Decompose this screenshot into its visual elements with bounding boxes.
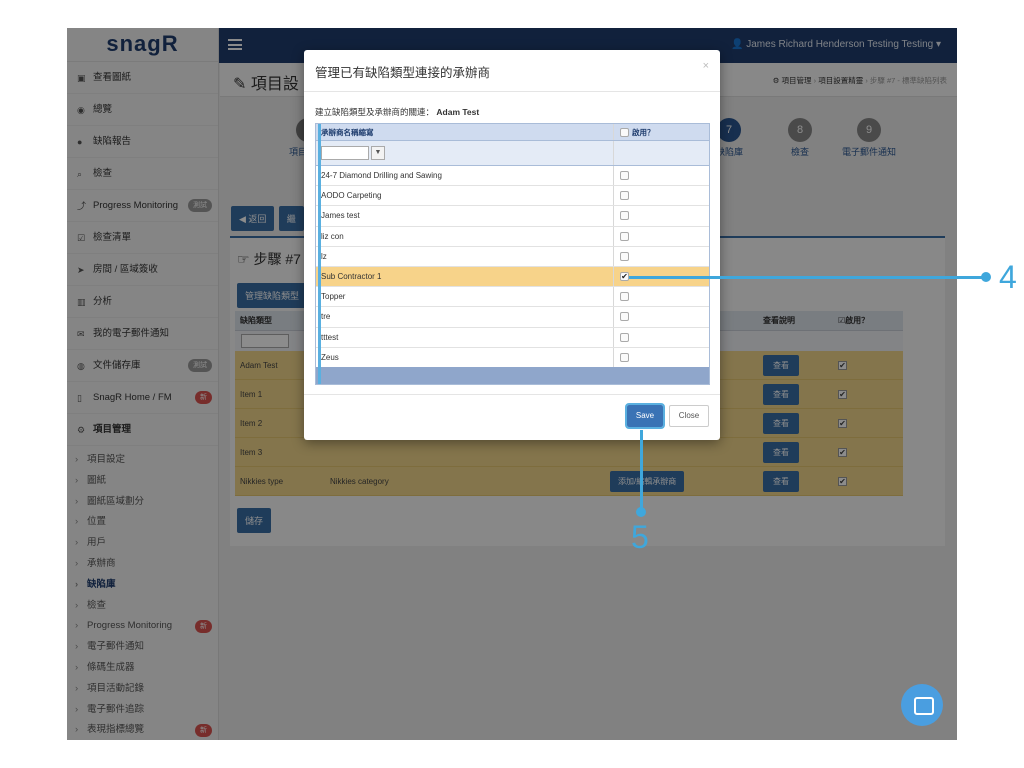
contractor-name: tttest [321,332,339,342]
enabled-checkbox[interactable] [620,171,629,180]
enabled-checkbox[interactable] [620,251,629,261]
contractor-row[interactable]: tre [316,307,709,328]
defect-type-name: Adam Test [436,107,480,117]
filter-icon[interactable]: ▼ [371,146,385,160]
callout-4-line [629,276,986,279]
contractor-name: tre [321,312,331,322]
contractor-name: Sub Contractor 1 [321,271,382,281]
callout-5-dot [636,507,646,517]
callout-5-number: 5 [631,519,649,555]
modal-subtitle: 建立缺陷類型及承辦商的關連： Adam Test [315,107,480,117]
contractor-filter-input[interactable] [321,146,369,160]
contractor-name: 24-7 Diamond Drilling and Sawing [321,171,442,180]
contractor-name: Zeus [321,352,339,362]
modal-footer: Save Close [304,394,720,440]
contractor-row[interactable]: Topper [316,287,709,308]
enabled-checkbox[interactable]: ✔ [620,271,629,281]
enabled-checkbox[interactable] [620,312,629,322]
contractor-name: AODO Carpeting [321,191,382,201]
contractor-grid: 承辦商名稱縮寫 啟用？ ▼ 24-7 Diamond Drilling and … [315,123,710,385]
grid-footer [316,367,709,384]
contractor-modal: 管理已有缺陷類型連接的承辦商 × 建立缺陷類型及承辦商的關連： Adam Tes… [304,50,720,440]
contractor-row[interactable]: liz con [316,226,709,247]
grid-filter-row: ▼ [316,141,709,166]
contractor-name: Topper [321,292,346,302]
callout-4-number: 4 [999,259,1017,295]
grid-header: 承辦商名稱縮寫 啟用？ [316,124,709,141]
contractor-name: lz [321,251,327,261]
enabled-checkbox[interactable] [620,332,629,342]
modal-save-button[interactable]: Save [625,403,665,429]
highlight-marker [318,124,321,384]
enabled-checkbox[interactable] [620,231,629,241]
close-icon[interactable]: × [703,60,709,72]
contractor-row[interactable]: AODO Carpeting [316,186,709,207]
chat-widget-icon[interactable] [901,684,943,726]
contractor-row[interactable]: 24-7 Diamond Drilling and Sawing [316,166,709,187]
col-enabled-label: 啟用？ [632,128,655,137]
callout-4-dot [981,272,991,282]
modal-title: 管理已有缺陷類型連接的承辦商 [315,66,491,80]
callout-5-line [640,430,643,512]
contractor-name: liz con [321,231,344,241]
enabled-checkbox[interactable] [620,211,629,221]
contractor-name: James test [321,211,360,221]
col-contractor-name: 承辦商名稱縮寫 [321,128,374,137]
contractor-row[interactable]: Zeus [316,347,709,368]
contractor-row[interactable]: James test [316,206,709,227]
contractor-row[interactable]: lz [316,246,709,267]
contractor-row[interactable]: tttest [316,327,709,348]
modal-close-button[interactable]: Close [669,405,709,427]
enabled-checkbox[interactable] [620,292,629,302]
enabled-checkbox[interactable] [620,352,629,362]
select-all-checkbox[interactable] [620,128,629,137]
enabled-checkbox[interactable] [620,191,629,201]
